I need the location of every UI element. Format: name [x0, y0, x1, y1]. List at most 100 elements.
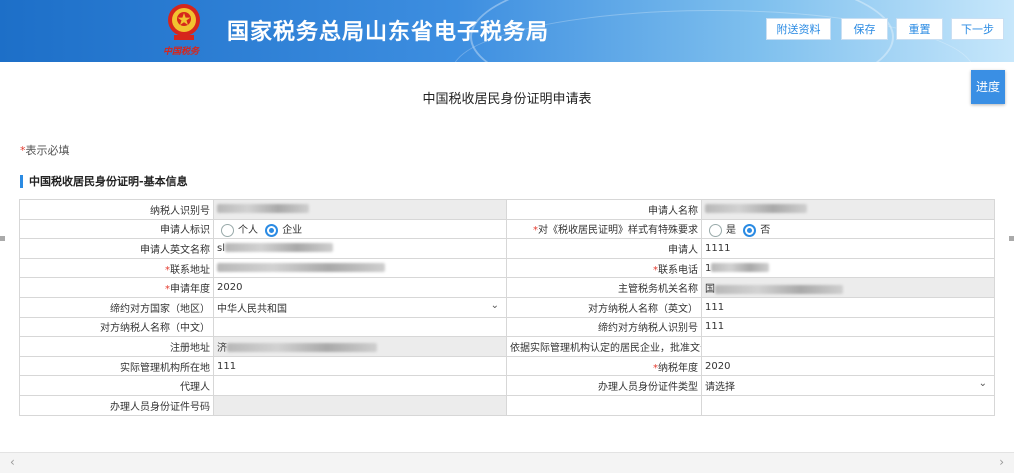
radio-individual-label: 个人 [238, 225, 258, 237]
phone-label: *联系电话 [506, 257, 702, 279]
chevron-down-icon: ⌄ [490, 299, 499, 311]
empty-cell [506, 394, 702, 416]
english-name-label: 申请人英文名称 [19, 238, 214, 259]
tax-year-field[interactable]: 2020 [701, 355, 995, 377]
applicant-field[interactable]: 1111 [701, 238, 995, 259]
taxpayer-id-label: 纳税人识别号 [19, 199, 214, 220]
tax-authority-label: 主管税务机关名称 [506, 277, 702, 298]
address-label-text: 联系地址 [170, 264, 210, 276]
table-row: 代理人 办理人员身份证件类型 请选择 ⌄ [19, 375, 995, 396]
radio-enterprise-label: 企业 [282, 225, 303, 237]
form-title: 中国税收居民身份证明申请表 [422, 92, 592, 107]
scroll-left-icon[interactable]: ‹ [10, 455, 15, 469]
next-step-button[interactable]: 下一步 [951, 18, 1004, 40]
handler-id-type-label: 办理人员身份证件类型 [506, 375, 702, 396]
counterpart-en-field[interactable]: 111 [701, 296, 995, 318]
applicant-type-radio-group: 个人 企业 [213, 218, 507, 240]
radio-yes[interactable] [709, 223, 722, 237]
table-row: 对方纳税人名称（中文） 缔约对方纳税人识别号 111 [19, 316, 995, 338]
handler-id-no-label: 办理人员身份证件号码 [19, 394, 214, 416]
redacted-value [225, 243, 333, 253]
special-format-radio-group: 是 否 [701, 218, 995, 240]
emblem-signature: 中国税务 [163, 47, 200, 57]
applicant-label: 申请人 [506, 238, 702, 259]
special-format-label-text: 对《税收居民证明》样式有特殊要求 [538, 225, 698, 237]
required-note: *表示必填 [20, 142, 70, 158]
redacted-value [705, 204, 807, 214]
resize-handle [1009, 236, 1014, 241]
required-note-text: 表示必填 [25, 144, 70, 157]
site-title: 国家税务总局山东省电子税务局 [227, 20, 550, 45]
reg-address-label: 注册地址 [19, 336, 214, 357]
redacted-value [227, 343, 377, 353]
counterpart-cn-label: 对方纳税人名称（中文） [19, 316, 214, 338]
progress-button[interactable]: 进度 [971, 70, 1005, 104]
year-field[interactable]: 2020 [213, 277, 507, 298]
mgmt-location-label: 实际管理机构所在地 [19, 355, 214, 377]
radio-no-label: 否 [760, 225, 771, 237]
tax-year-label: *纳税年度 [506, 355, 702, 377]
country-label: 缔约对方国家（地区） [19, 296, 214, 318]
section-title: 中国税收居民身份证明-基本信息 [20, 175, 188, 188]
english-name-value: sl [217, 242, 225, 254]
counterpart-id-label: 缔约对方纳税人识别号 [506, 316, 702, 338]
basic-info-form: 纳税人识别号 申请人名称 申请人标识 个人 企业 *对《税收居民证明》样式有特殊… [19, 199, 995, 416]
redacted-value [715, 284, 843, 294]
table-row: 办理人员身份证件号码 [19, 394, 995, 416]
radio-enterprise[interactable] [265, 223, 279, 237]
handler-id-type-select[interactable]: 请选择 ⌄ [701, 375, 995, 396]
reset-button[interactable]: 重置 [896, 18, 943, 40]
resize-handle [0, 236, 5, 241]
scroll-right-icon[interactable]: › [999, 455, 1004, 469]
tax-authority-value: 国 [705, 284, 715, 296]
empty-cell [701, 394, 995, 416]
country-select[interactable]: 中华人民共和国 ⌄ [213, 296, 507, 318]
taxpayer-id-field[interactable] [213, 199, 507, 220]
mgmt-location-field[interactable]: 111 [213, 355, 507, 377]
reg-address-value: 济 [217, 342, 227, 354]
radio-yes-label: 是 [726, 225, 736, 237]
redacted-value [217, 263, 385, 273]
attach-materials-button[interactable]: 附送资料 [766, 18, 831, 40]
year-label: *申请年度 [19, 277, 214, 298]
applicant-name-label: 申请人名称 [506, 199, 702, 220]
table-row: 申请人英文名称 sl 申请人 1111 [19, 238, 995, 259]
country-value: 中华人民共和国 [217, 303, 287, 315]
table-row: 申请人标识 个人 企业 *对《税收居民证明》样式有特殊要求 是 否 [19, 218, 995, 240]
phone-label-text: 联系电话 [658, 264, 698, 276]
approval-no-label: 依据实际管理机构认定的居民企业，批准文号 [506, 336, 702, 357]
counterpart-cn-field[interactable] [213, 316, 507, 338]
radio-individual[interactable] [221, 223, 234, 237]
table-row: 实际管理机构所在地 111 *纳税年度 2020 [19, 355, 995, 377]
year-label-text: 申请年度 [170, 284, 210, 296]
tax-emblem-icon [168, 4, 200, 40]
save-button[interactable]: 保存 [841, 18, 888, 40]
handler-id-type-value: 请选择 [705, 382, 735, 394]
tax-authority-field[interactable]: 国 [701, 277, 995, 298]
applicant-type-label: 申请人标识 [19, 218, 214, 240]
special-format-label: *对《税收居民证明》样式有特殊要求 [506, 218, 702, 240]
table-row: 缔约对方国家（地区） 中华人民共和国 ⌄ 对方纳税人名称（英文） 111 [19, 296, 995, 318]
approval-no-field[interactable] [701, 336, 995, 357]
redacted-value [711, 263, 770, 273]
counterpart-id-field[interactable]: 111 [701, 316, 995, 338]
address-field[interactable] [213, 257, 507, 279]
counterpart-en-label: 对方纳税人名称（英文） [506, 296, 702, 318]
radio-no[interactable] [743, 223, 757, 237]
handler-id-no-field[interactable] [213, 394, 507, 416]
english-name-field[interactable]: sl [213, 238, 507, 259]
tax-year-label-text: 纳税年度 [658, 362, 698, 374]
table-row: 注册地址 济 依据实际管理机构认定的居民企业，批准文号 [19, 336, 995, 357]
app-header: 中国税务 国家税务总局山东省电子税务局 附送资料 保存 重置 下一步 [0, 0, 1014, 62]
table-row: *联系地址 *联系电话 1 [19, 257, 995, 279]
horizontal-scrollbar[interactable]: ‹ › [0, 452, 1014, 473]
address-label: *联系地址 [19, 257, 214, 279]
redacted-value [217, 204, 309, 214]
agent-field[interactable] [213, 375, 507, 396]
table-row: *申请年度 2020 主管税务机关名称 国 [19, 277, 995, 298]
reg-address-field[interactable]: 济 [213, 336, 507, 357]
table-row: 纳税人识别号 申请人名称 [19, 199, 995, 220]
phone-field[interactable]: 1 [701, 257, 995, 279]
agent-label: 代理人 [19, 375, 214, 396]
applicant-name-field[interactable] [701, 199, 995, 220]
